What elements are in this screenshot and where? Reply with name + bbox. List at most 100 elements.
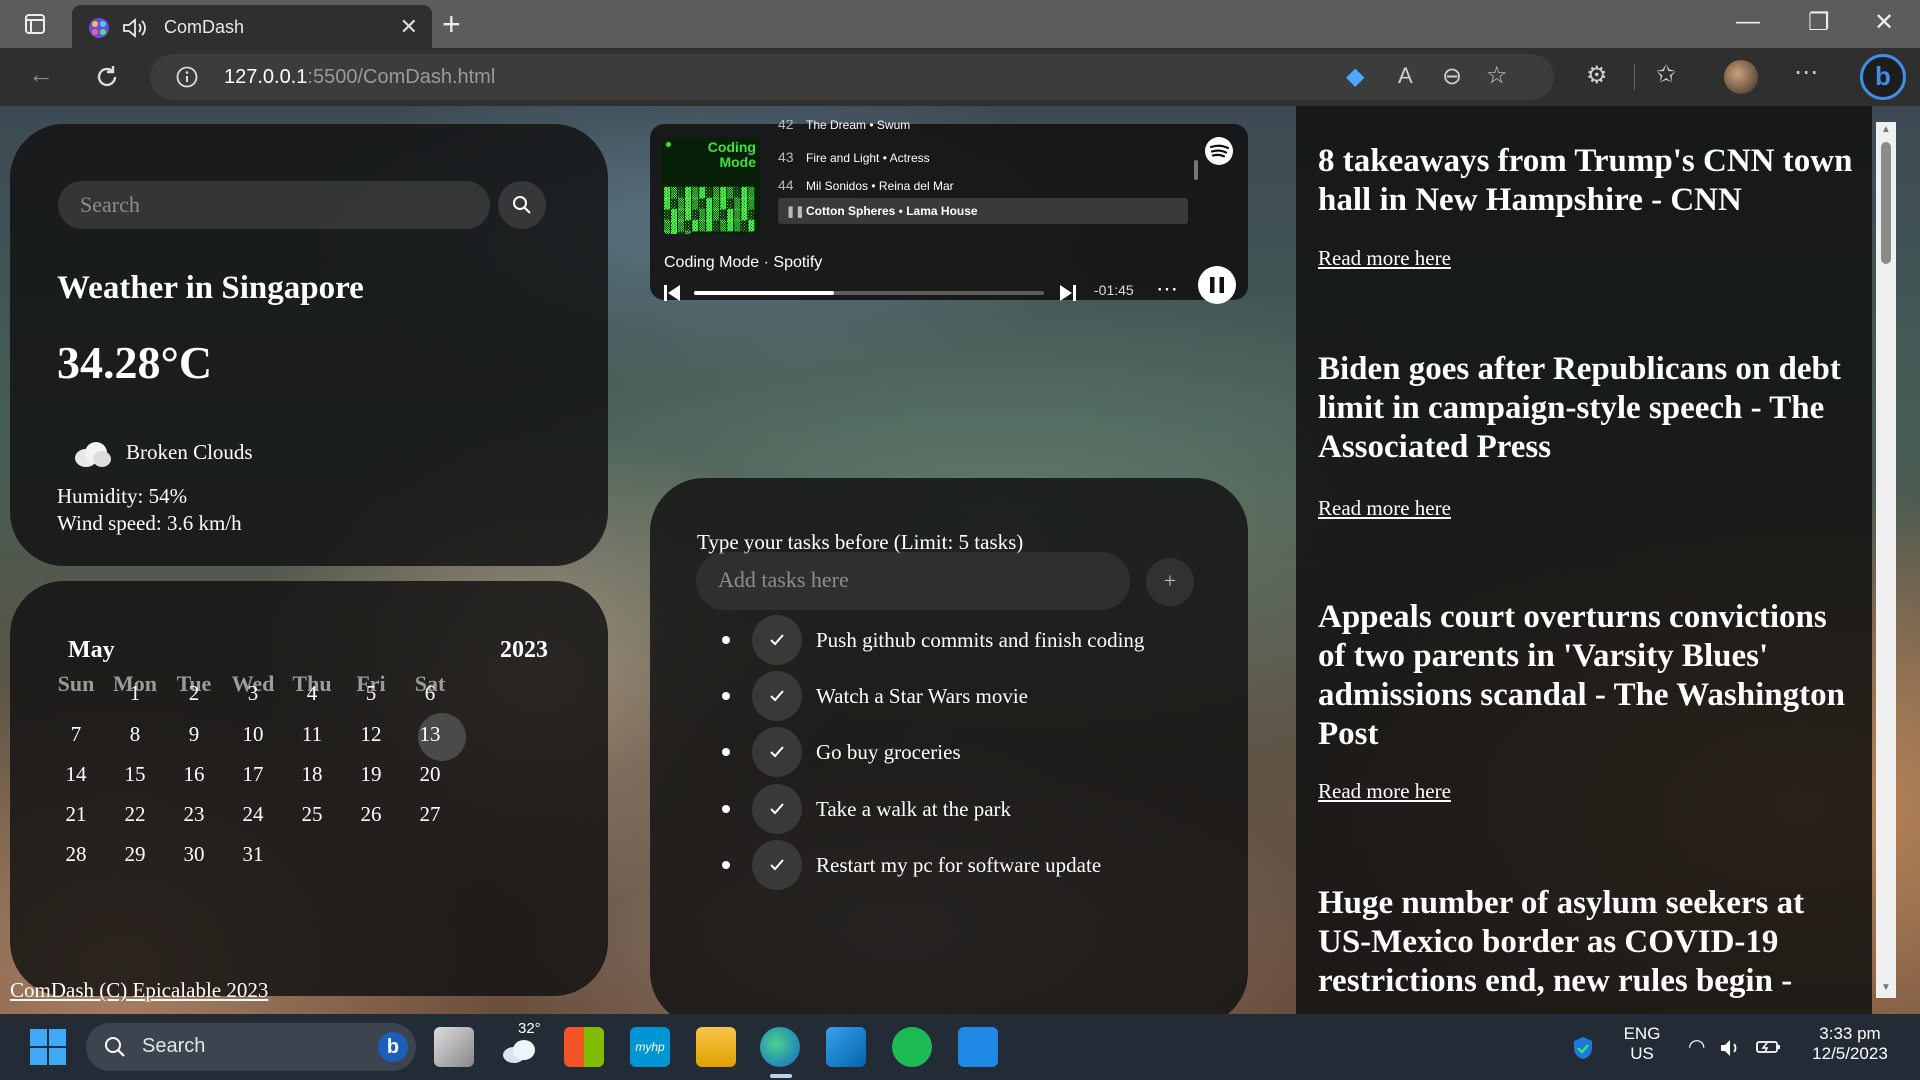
taskbar-search[interactable]: Search b bbox=[86, 1023, 416, 1071]
calendar-day[interactable]: 4 bbox=[282, 681, 342, 706]
calendar-day[interactable]: 13 bbox=[400, 722, 460, 747]
tab-audio-icon[interactable] bbox=[122, 17, 148, 39]
next-track-icon[interactable] bbox=[1060, 285, 1076, 301]
calendar-day[interactable]: 28 bbox=[46, 842, 106, 867]
tab-close-icon[interactable]: ✕ bbox=[400, 14, 418, 40]
track-row[interactable]: 43 Fire and Light • Actress bbox=[778, 144, 1188, 170]
refresh-icon[interactable] bbox=[94, 64, 120, 90]
footer-copyright-link[interactable]: ComDash (C) Epicalable 2023 bbox=[10, 978, 268, 1003]
url-text[interactable]: 127.0.0.1:5500/ComDash.html bbox=[224, 66, 495, 89]
favorites-icon[interactable]: ✩ bbox=[1656, 60, 1676, 89]
task-text[interactable]: Push github commits and finish coding bbox=[816, 628, 1144, 653]
add-task-button[interactable]: + bbox=[1146, 558, 1194, 606]
restore-button[interactable]: ❐ bbox=[1808, 8, 1830, 37]
playback-progress[interactable] bbox=[694, 291, 1044, 295]
task-complete-button[interactable] bbox=[752, 784, 802, 834]
calendar-day[interactable]: 1 bbox=[105, 681, 165, 706]
task-text[interactable]: Go buy groceries bbox=[816, 740, 961, 765]
calendar-day[interactable]: 18 bbox=[282, 762, 342, 787]
page-scrollbar[interactable]: ▲ ▼ bbox=[1876, 122, 1896, 998]
spotify-more-icon[interactable]: ⋯ bbox=[1156, 276, 1178, 302]
myhp-icon[interactable]: myhp bbox=[630, 1027, 670, 1067]
app-icon[interactable] bbox=[958, 1027, 998, 1067]
calendar-day[interactable]: 2 bbox=[164, 681, 224, 706]
calendar-day[interactable]: 22 bbox=[105, 802, 165, 827]
new-tab-button[interactable]: + bbox=[442, 6, 461, 43]
taskbar-weather-widget[interactable]: 32° bbox=[500, 1020, 544, 1068]
minimize-button[interactable]: — bbox=[1736, 8, 1760, 36]
volume-icon[interactable] bbox=[1720, 1038, 1742, 1058]
calendar-day[interactable]: 7 bbox=[46, 722, 106, 747]
task-complete-button[interactable] bbox=[752, 671, 802, 721]
read-more-link[interactable]: Read more here bbox=[1318, 496, 1451, 521]
city-search-input[interactable]: Search bbox=[58, 181, 490, 229]
edge-browser-icon[interactable] bbox=[760, 1027, 800, 1067]
calendar-day[interactable]: 25 bbox=[282, 802, 342, 827]
calendar-day[interactable]: 9 bbox=[164, 722, 224, 747]
calendar-day[interactable]: 11 bbox=[282, 722, 342, 747]
more-menu-icon[interactable]: ⋯ bbox=[1794, 58, 1818, 87]
track-row[interactable]: 42 The Dream • Swum bbox=[778, 120, 1188, 130]
store-icon[interactable] bbox=[564, 1027, 604, 1067]
coupon-tag-icon[interactable]: ◆ bbox=[1346, 62, 1364, 91]
task-view-icon[interactable] bbox=[434, 1027, 474, 1067]
calendar-day[interactable]: 19 bbox=[341, 762, 401, 787]
calendar-day[interactable]: 23 bbox=[164, 802, 224, 827]
file-explorer-icon[interactable] bbox=[696, 1027, 736, 1067]
task-text[interactable]: Watch a Star Wars movie bbox=[816, 684, 1028, 709]
extensions-icon[interactable]: ⚙ bbox=[1586, 61, 1608, 90]
battery-icon[interactable] bbox=[1756, 1038, 1782, 1056]
input-language[interactable]: ENG US bbox=[1620, 1024, 1664, 1064]
calendar-day[interactable]: 14 bbox=[46, 762, 106, 787]
vscode-icon[interactable] bbox=[826, 1027, 866, 1067]
address-bar[interactable]: 127.0.0.1:5500/ComDash.html ◆ A ⊖ ☆ bbox=[150, 54, 1554, 100]
calendar-day[interactable]: 31 bbox=[223, 842, 283, 867]
close-window-button[interactable]: ✕ bbox=[1874, 8, 1894, 37]
calendar-day[interactable]: 24 bbox=[223, 802, 283, 827]
task-text[interactable]: Restart my pc for software update bbox=[816, 853, 1101, 878]
browser-tab[interactable]: ComDash ✕ bbox=[72, 5, 432, 48]
site-info-icon[interactable] bbox=[176, 66, 198, 88]
add-favorite-icon[interactable]: ☆ bbox=[1486, 61, 1508, 90]
read-more-link[interactable]: Read more here bbox=[1318, 246, 1451, 271]
task-input[interactable]: Add tasks here bbox=[696, 552, 1130, 610]
calendar-day[interactable]: 6 bbox=[400, 681, 460, 706]
tab-actions-icon[interactable] bbox=[24, 13, 46, 35]
clock[interactable]: 3:33 pm 12/5/2023 bbox=[1800, 1024, 1900, 1064]
search-button[interactable] bbox=[498, 181, 546, 229]
task-complete-button[interactable] bbox=[752, 840, 802, 890]
calendar-day[interactable]: 27 bbox=[400, 802, 460, 827]
calendar-day[interactable]: 26 bbox=[341, 802, 401, 827]
bing-copilot-icon[interactable]: b bbox=[1860, 54, 1906, 100]
calendar-day[interactable]: 29 bbox=[105, 842, 165, 867]
security-shield-icon[interactable] bbox=[1572, 1036, 1594, 1060]
zoom-out-icon[interactable]: ⊖ bbox=[1442, 62, 1462, 91]
scrollbar-thumb[interactable] bbox=[1881, 142, 1891, 264]
calendar-day[interactable]: 17 bbox=[223, 762, 283, 787]
calendar-day[interactable]: 12 bbox=[341, 722, 401, 747]
task-complete-button[interactable] bbox=[752, 615, 802, 665]
calendar-day[interactable]: 15 bbox=[105, 762, 165, 787]
scroll-up-icon[interactable]: ▲ bbox=[1881, 124, 1891, 135]
task-complete-button[interactable] bbox=[752, 727, 802, 777]
task-text[interactable]: Take a walk at the park bbox=[816, 797, 1011, 822]
scroll-down-icon[interactable]: ▼ bbox=[1881, 982, 1891, 993]
start-button[interactable] bbox=[30, 1029, 66, 1065]
read-more-link[interactable]: Read more here bbox=[1318, 779, 1451, 804]
track-row[interactable]: ❚❚ Cotton Spheres • Lama House bbox=[778, 198, 1188, 224]
calendar-day[interactable]: 3 bbox=[223, 681, 283, 706]
calendar-day[interactable]: 5 bbox=[341, 681, 401, 706]
track-list-scrollbar[interactable] bbox=[1194, 160, 1198, 180]
spotify-logo-icon[interactable] bbox=[1204, 136, 1234, 166]
calendar-day[interactable]: 30 bbox=[164, 842, 224, 867]
previous-track-icon[interactable] bbox=[664, 285, 680, 301]
wifi-icon[interactable]: ◠ bbox=[1688, 1034, 1705, 1059]
calendar-day[interactable]: 20 bbox=[400, 762, 460, 787]
spotify-app-icon[interactable] bbox=[892, 1027, 932, 1067]
pause-button[interactable] bbox=[1198, 266, 1236, 304]
calendar-day[interactable]: 10 bbox=[223, 722, 283, 747]
back-arrow-icon[interactable]: ← bbox=[28, 59, 54, 90]
track-row[interactable]: 44 Mil Sonidos • Reina del Mar bbox=[778, 172, 1188, 198]
calendar-day[interactable]: 16 bbox=[164, 762, 224, 787]
calendar-day[interactable]: 8 bbox=[105, 722, 165, 747]
